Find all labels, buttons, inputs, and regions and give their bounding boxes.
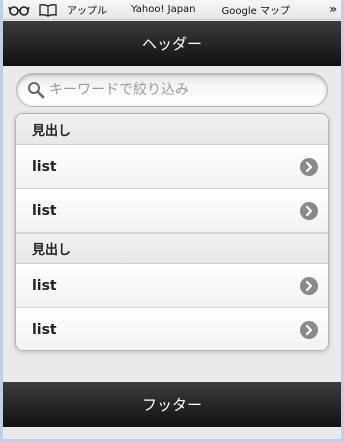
bookmark-google-maps[interactable]: Google マップ	[222, 2, 290, 17]
page-header: ヘッダー	[3, 21, 341, 66]
page-bottom	[3, 427, 341, 439]
list-item-label: list	[32, 277, 57, 294]
bookmark-yahoo-japan[interactable]: Yahoo! Japan	[131, 4, 196, 15]
list-divider: 見出し	[16, 114, 328, 145]
search-field	[16, 73, 328, 107]
search-icon	[27, 81, 45, 99]
book-icon[interactable]	[39, 3, 57, 17]
list-divider-label: 見出し	[32, 243, 72, 258]
list-item[interactable]: list	[16, 264, 328, 308]
header-title: ヘッダー	[141, 35, 202, 53]
list-divider: 見出し	[16, 233, 328, 264]
list-item[interactable]: list	[16, 308, 328, 350]
chevron-right-icon	[300, 277, 318, 295]
listview: 見出し list list 見出し list list	[15, 113, 329, 351]
main-content: 見出し list list 見出し list list	[3, 66, 341, 382]
bookmarks-overflow-button[interactable]: »	[329, 2, 337, 16]
page-footer: フッター	[3, 382, 341, 427]
search-input[interactable]	[49, 76, 319, 104]
bookmark-apple[interactable]: アップル	[67, 2, 107, 17]
chevron-right-icon	[300, 158, 318, 176]
list-item-label: list	[32, 202, 57, 219]
glasses-icon[interactable]	[8, 3, 30, 17]
chevron-right-icon	[300, 321, 318, 339]
footer-title: フッター	[141, 396, 202, 414]
chevron-right-icon	[300, 202, 318, 220]
list-item[interactable]: list	[16, 145, 328, 189]
list-item[interactable]: list	[16, 189, 328, 233]
bookmarks-bar: アップル Yahoo! Japan Google マップ »	[3, 0, 341, 20]
list-divider-label: 見出し	[32, 123, 72, 139]
list-item-label: list	[32, 158, 57, 175]
list-item-label: list	[32, 322, 57, 338]
